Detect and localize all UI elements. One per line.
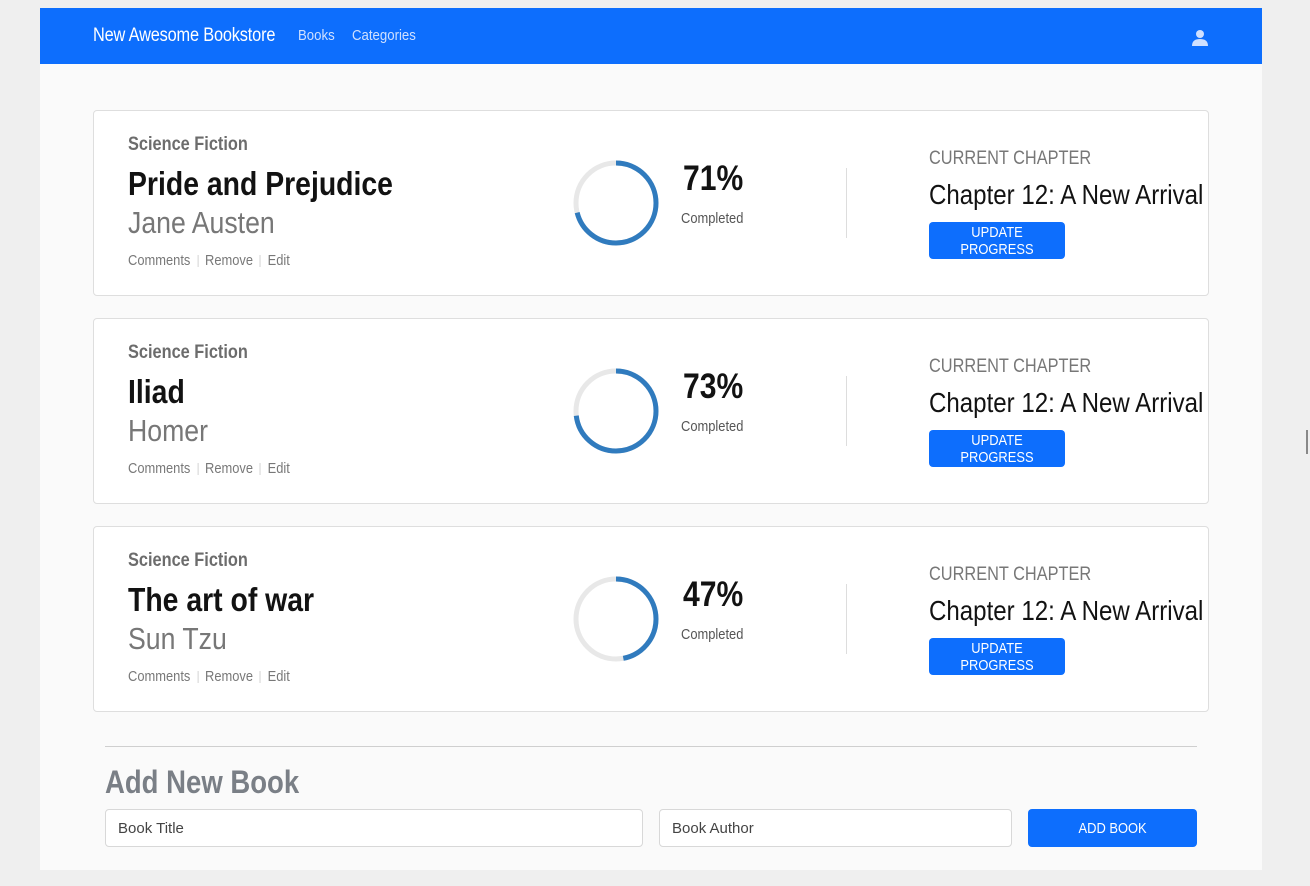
book-card: Science Fiction The art of war Sun Tzu C…	[93, 526, 1209, 712]
add-book-label: ADD BOOK	[1078, 819, 1147, 837]
progress-percent: 73%	[683, 367, 744, 406]
progress-ring	[573, 368, 659, 454]
book-title: Pride and Prejudice	[128, 165, 393, 202]
book-actions: Comments Remove Edit	[128, 460, 290, 477]
card-divider	[846, 168, 847, 238]
remove-button[interactable]: Remove	[205, 668, 253, 685]
book-title-input[interactable]	[105, 809, 643, 847]
book-actions: Comments Remove Edit	[128, 252, 290, 269]
progress-ring	[573, 576, 659, 662]
action-separator	[197, 670, 199, 683]
comments-button[interactable]: Comments	[128, 252, 190, 269]
book-genre: Science Fiction	[128, 342, 248, 363]
update-progress-button[interactable]: UPDATE PROGRESS	[929, 222, 1065, 259]
comments-button[interactable]: Comments	[128, 668, 190, 685]
edit-button[interactable]: Edit	[268, 460, 290, 477]
brand-logo[interactable]: New Awesome Bookstore	[93, 25, 275, 47]
current-chapter-label: CURRENT CHAPTER	[929, 148, 1092, 169]
book-author: Homer	[128, 413, 208, 448]
book-card: Science Fiction Pride and Prejudice Jane…	[93, 110, 1209, 296]
action-separator	[197, 462, 199, 475]
update-progress-label: UPDATE PROGRESS	[960, 431, 1034, 466]
current-chapter-title: Chapter 12: A New Arrival	[929, 387, 1204, 418]
book-title: Iliad	[128, 373, 185, 410]
remove-button[interactable]: Remove	[205, 252, 253, 269]
book-actions: Comments Remove Edit	[128, 668, 290, 685]
user-icon[interactable]	[1191, 29, 1209, 47]
update-progress-label: UPDATE PROGRESS	[960, 223, 1034, 258]
book-genre: Science Fiction	[128, 134, 248, 155]
add-book-heading: Add New Book	[105, 764, 300, 800]
update-progress-label: UPDATE PROGRESS	[960, 639, 1034, 674]
book-genre: Science Fiction	[128, 550, 248, 571]
scrollbar-indicator[interactable]	[1306, 430, 1308, 454]
update-progress-button[interactable]: UPDATE PROGRESS	[929, 638, 1065, 675]
nav-link-books[interactable]: Books	[298, 27, 335, 44]
progress-percent: 47%	[683, 575, 744, 614]
nav-links: Books Categories	[298, 27, 424, 44]
update-progress-button[interactable]: UPDATE PROGRESS	[929, 430, 1065, 467]
current-chapter-label: CURRENT CHAPTER	[929, 356, 1092, 377]
current-chapter-label: CURRENT CHAPTER	[929, 564, 1092, 585]
navbar: New Awesome Bookstore Books Categories	[40, 8, 1262, 64]
current-chapter-title: Chapter 12: A New Arrival	[929, 179, 1204, 210]
edit-button[interactable]: Edit	[268, 668, 290, 685]
card-divider	[846, 584, 847, 654]
nav-link-categories[interactable]: Categories	[352, 27, 416, 44]
book-card: Science Fiction Iliad Homer Comments Rem…	[93, 318, 1209, 504]
book-author: Sun Tzu	[128, 621, 227, 656]
remove-button[interactable]: Remove	[205, 460, 253, 477]
completed-label: Completed	[681, 210, 744, 227]
book-title: The art of war	[128, 581, 315, 618]
section-divider	[105, 746, 1197, 747]
progress-ring	[573, 160, 659, 246]
completed-label: Completed	[681, 626, 744, 643]
current-chapter-title: Chapter 12: A New Arrival	[929, 595, 1204, 626]
action-separator	[259, 670, 261, 683]
action-separator	[259, 462, 261, 475]
action-separator	[259, 254, 261, 267]
page: New Awesome Bookstore Books Categories S…	[40, 8, 1262, 870]
comments-button[interactable]: Comments	[128, 460, 190, 477]
card-divider	[846, 376, 847, 446]
edit-button[interactable]: Edit	[268, 252, 290, 269]
progress-percent: 71%	[683, 159, 744, 198]
book-author: Jane Austen	[128, 205, 275, 240]
completed-label: Completed	[681, 418, 744, 435]
add-book-button[interactable]: ADD BOOK	[1028, 809, 1197, 847]
action-separator	[197, 254, 199, 267]
book-author-input[interactable]	[659, 809, 1012, 847]
